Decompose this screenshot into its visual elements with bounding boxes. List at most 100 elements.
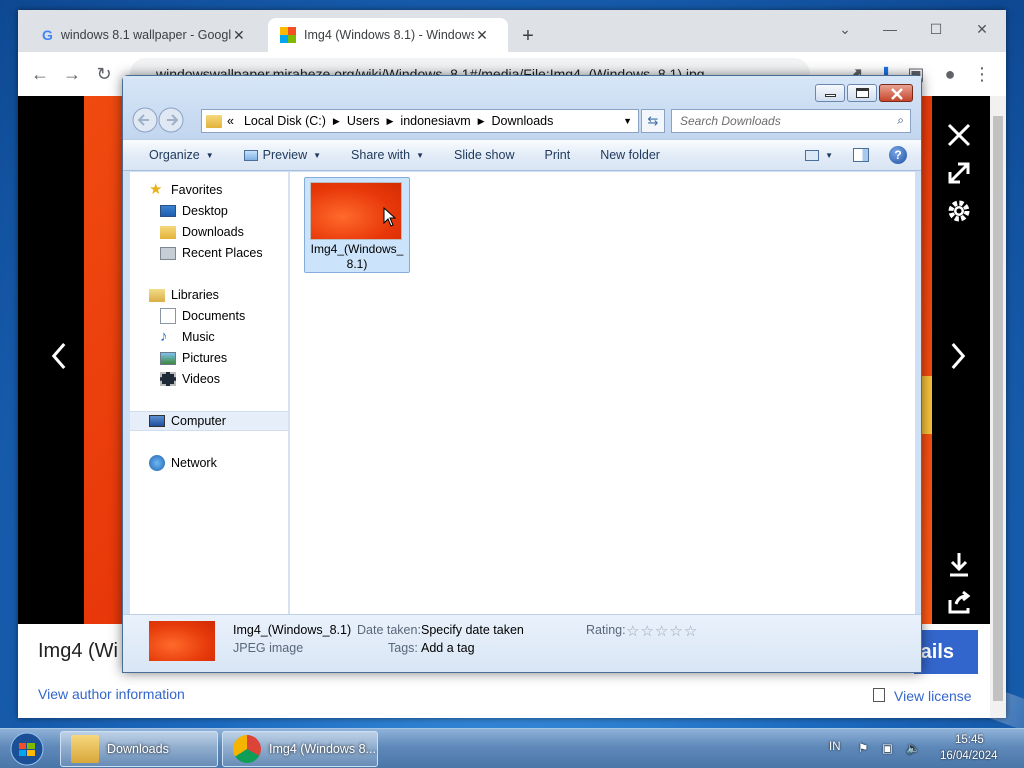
details-file-type: JPEG image xyxy=(233,641,304,655)
share-icon[interactable] xyxy=(944,588,974,618)
page-scrollbar[interactable] xyxy=(990,96,1006,718)
close-tab-icon[interactable]: ✕ xyxy=(231,27,247,44)
breadcrumb-users[interactable]: Users xyxy=(347,114,380,128)
minimize-button[interactable]: — xyxy=(868,16,912,42)
nav-downloads[interactable]: Downloads xyxy=(130,222,288,242)
breadcrumb-arrow-icon[interactable]: ▶ xyxy=(333,116,340,127)
tab-search-chevron-icon[interactable]: ⌄ xyxy=(823,16,867,42)
action-center-flag-icon[interactable]: ⚑ xyxy=(858,741,868,755)
previous-image-icon[interactable] xyxy=(44,341,74,371)
forward-arrow-icon[interactable]: → xyxy=(60,62,84,86)
back-arrow-icon[interactable]: ← xyxy=(28,62,52,86)
organize-label: Organize xyxy=(149,148,200,162)
nav-label: Computer xyxy=(171,414,226,428)
back-forward-buttons[interactable] xyxy=(131,106,187,134)
tab-google-search[interactable]: G windows 8.1 wallpaper - Google ✕ xyxy=(30,18,275,52)
clock-time[interactable]: 15:45 xyxy=(955,734,984,746)
nav-network[interactable]: Network xyxy=(130,453,288,473)
desktop-icon xyxy=(160,205,176,217)
star-empty-icon[interactable]: ☆ xyxy=(669,622,682,640)
profile-avatar-icon[interactable]: ● xyxy=(938,62,962,86)
fullscreen-icon[interactable] xyxy=(944,158,974,188)
volume-muted-icon[interactable]: 🔈 xyxy=(906,741,920,755)
date-taken-value[interactable]: Specify date taken xyxy=(421,623,524,637)
breadcrumb-local-disk[interactable]: Local Disk (C:) xyxy=(244,114,326,128)
close-tab-icon[interactable]: ✕ xyxy=(474,27,490,44)
breadcrumb-arrow-icon[interactable]: ▶ xyxy=(478,116,485,127)
nav-videos[interactable]: Videos xyxy=(130,369,288,389)
taskbar-chrome-item[interactable]: Img4 (Windows 8.... xyxy=(222,731,378,767)
favicon-wallpaper-icon xyxy=(280,27,296,43)
taskbar-explorer-item[interactable]: Downloads xyxy=(60,731,218,767)
maximize-button[interactable]: ☐ xyxy=(914,16,958,42)
next-image-icon[interactable] xyxy=(943,341,973,371)
date-taken-label: Date taken: xyxy=(357,623,421,637)
start-button-windows-icon[interactable] xyxy=(6,731,48,767)
slide-show-button[interactable]: Slide show xyxy=(444,148,524,162)
clock-date[interactable]: 16/04/2024 xyxy=(940,750,998,762)
nav-music[interactable]: ♪ Music xyxy=(130,327,288,347)
close-icon xyxy=(891,88,903,100)
nav-desktop[interactable]: Desktop xyxy=(130,201,288,221)
star-empty-icon[interactable]: ☆ xyxy=(684,622,697,640)
gear-icon[interactable] xyxy=(944,196,974,226)
nav-label: Libraries xyxy=(171,288,219,302)
file-list: Img4_(Windows_ 8.1) xyxy=(290,172,915,614)
explorer-restore-button[interactable] xyxy=(847,84,877,102)
print-button[interactable]: Print xyxy=(534,148,580,162)
explorer-close-button[interactable] xyxy=(879,84,913,102)
nav-label: Recent Places xyxy=(182,246,263,260)
address-breadcrumb[interactable]: « Local Disk (C:) ▶ Users ▶ indonesiavm ▶ D… xyxy=(201,109,639,133)
close-window-button[interactable]: ✕ xyxy=(960,16,1004,42)
help-button[interactable]: ? xyxy=(879,146,917,164)
license-link[interactable]: View license xyxy=(894,688,972,704)
breadcrumb-arrow-icon[interactable]: ▶ xyxy=(387,116,394,127)
chevron-down-icon: ▼ xyxy=(313,150,322,160)
preview-button[interactable]: Preview ▼ xyxy=(234,148,331,162)
nav-recent-places[interactable]: Recent Places xyxy=(130,243,288,263)
nav-libraries[interactable]: Libraries xyxy=(130,285,288,305)
menu-kebab-icon[interactable]: ⋮ xyxy=(970,62,994,86)
author-link[interactable]: View author information xyxy=(38,686,185,702)
google-g-icon: G xyxy=(42,27,53,43)
refresh-icon[interactable]: ⇆ xyxy=(641,109,665,133)
explorer-minimize-button[interactable] xyxy=(815,84,845,102)
film-strip-icon xyxy=(160,372,176,386)
language-indicator[interactable]: IN xyxy=(829,741,841,753)
tab-strip: G windows 8.1 wallpaper - Google ✕ Img4 … xyxy=(18,10,1006,52)
search-icon: ⌕ xyxy=(897,113,904,127)
star-empty-icon[interactable]: ☆ xyxy=(655,622,668,640)
scrollbar-thumb[interactable] xyxy=(993,116,1003,701)
more-details-button[interactable]: tails xyxy=(914,630,978,674)
new-folder-button[interactable]: New folder xyxy=(590,148,670,162)
reload-icon[interactable]: ↻ xyxy=(92,62,116,86)
tags-value[interactable]: Add a tag xyxy=(421,641,475,655)
address-dropdown-icon[interactable]: ▼ xyxy=(623,116,632,126)
nav-documents[interactable]: Documents xyxy=(130,306,288,326)
nav-computer[interactable]: Computer xyxy=(130,411,288,431)
new-tab-button[interactable]: + xyxy=(516,24,540,48)
nav-pictures[interactable]: Pictures xyxy=(130,348,288,368)
search-input[interactable]: Search Downloads ⌕ xyxy=(671,109,911,133)
tab-title: Img4 (Windows 8.1) - Windows xyxy=(304,28,474,42)
download-image-icon[interactable] xyxy=(944,550,974,580)
breadcrumb-downloads[interactable]: Downloads xyxy=(492,114,554,128)
tab-wallpaper[interactable]: Img4 (Windows 8.1) - Windows ✕ xyxy=(268,18,508,52)
star-empty-icon[interactable]: ☆ xyxy=(626,622,639,640)
preview-pane-toggle[interactable] xyxy=(843,148,879,162)
license-icon xyxy=(873,688,885,702)
star-empty-icon[interactable]: ☆ xyxy=(640,622,653,640)
share-with-label: Share with xyxy=(351,148,411,162)
nav-favorites[interactable]: ★ Favorites xyxy=(130,180,288,200)
rating-stars[interactable]: ☆ ☆ ☆ ☆ ☆ xyxy=(626,622,697,640)
view-options-button[interactable]: ▼ xyxy=(795,149,843,161)
share-with-button[interactable]: Share with ▼ xyxy=(341,148,434,162)
preview-pane-icon xyxy=(853,148,869,162)
rating-label: Rating: xyxy=(586,623,626,637)
network-tray-icon[interactable]: ▣ xyxy=(882,741,893,755)
organize-button[interactable]: Organize ▼ xyxy=(139,148,224,162)
close-lightbox-icon[interactable] xyxy=(944,120,974,150)
breadcrumb-user[interactable]: indonesiavm xyxy=(400,114,470,128)
nav-label: Downloads xyxy=(182,225,244,239)
breadcrumb-prefix[interactable]: « xyxy=(227,114,234,128)
